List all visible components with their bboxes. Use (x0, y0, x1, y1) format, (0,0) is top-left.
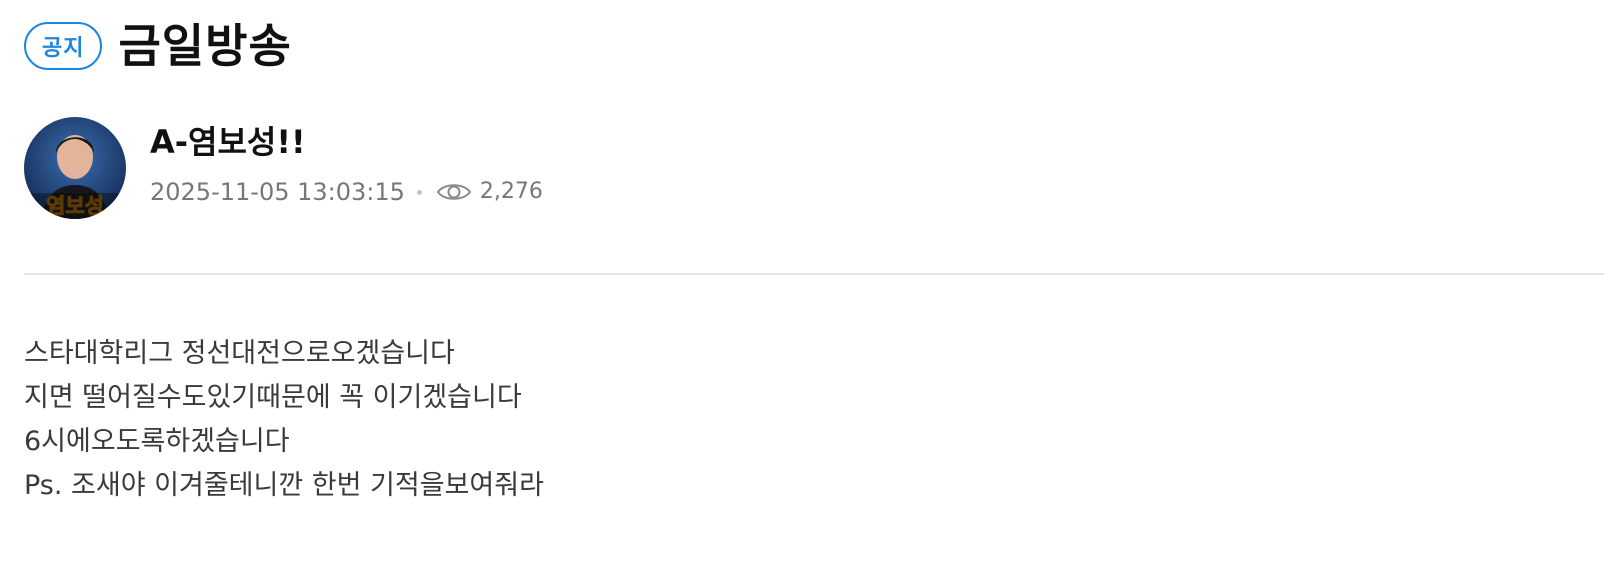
body-line: 6시에오도록하겠습니다 (24, 426, 290, 457)
post-body: 스타대학리그 정선대전으로오겠습니다 지면 떨어질수도있기때문에 꼭 이기겠습니… (24, 332, 544, 508)
body-line: 스타대학리그 정선대전으로오겠습니다 (24, 338, 455, 369)
author-info: A-염보성!! 2025-11-05 13:03:15 2,276 (150, 123, 543, 208)
post-title: 금일방송 (118, 19, 292, 73)
author-section: 염보성 A-염보성!! 2025-11-05 13:03:15 2,276 (24, 117, 543, 219)
divider (24, 273, 1604, 275)
eye-icon (436, 180, 472, 204)
avatar-caption: 염보성 (46, 194, 104, 218)
view-count: 2,276 (479, 179, 543, 204)
notice-badge: 공지 (24, 22, 103, 70)
avatar-image: 염보성 (24, 117, 126, 219)
post-datetime: 2025-11-05 13:03:15 (150, 178, 405, 206)
author-name[interactable]: A-염보성!! (150, 120, 543, 164)
meta-separator (416, 189, 422, 195)
body-line: Ps. 조새야 이겨줄테니깐 한번 기적을보여줘라 (24, 470, 544, 501)
post-page: 공지 금일방송 염보성 A-염보성!! 2025-11-05 13:03:15 … (0, 0, 1604, 586)
body-line: 지면 떨어질수도있기때문에 꼭 이기겠습니다 (24, 382, 522, 413)
post-header: 공지 금일방송 (24, 14, 292, 78)
post-meta: 2025-11-05 13:03:15 2,276 (150, 176, 543, 208)
author-avatar[interactable]: 염보성 (24, 117, 126, 219)
